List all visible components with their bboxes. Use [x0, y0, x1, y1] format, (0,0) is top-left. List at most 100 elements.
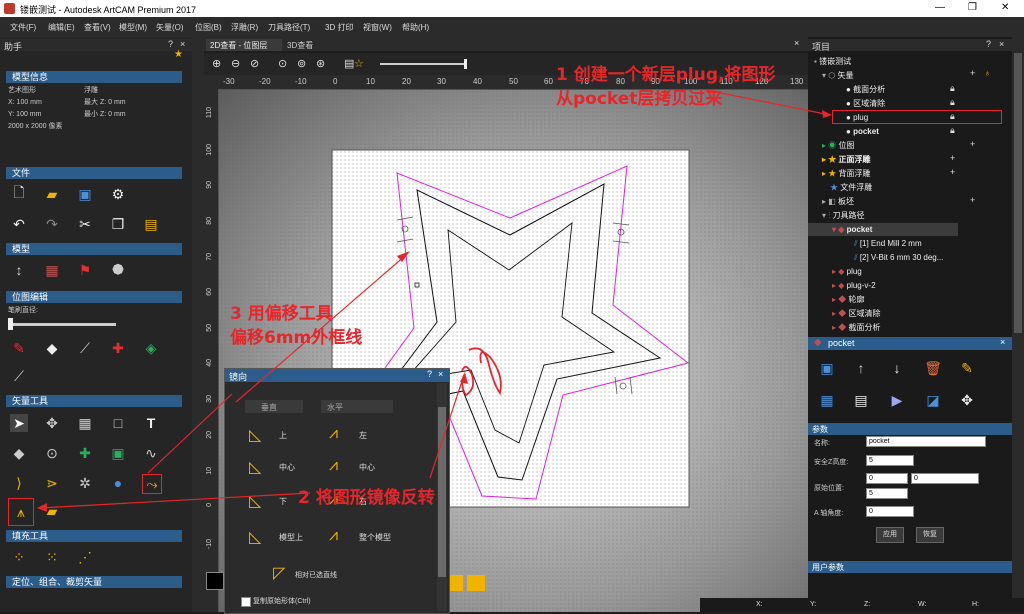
tree-row-toolpath-section[interactable]: ▸ ◆ 截面分析: [808, 321, 880, 334]
mirror-help-icon[interactable]: ?: [427, 369, 432, 379]
zoom-in-icon[interactable]: ⊕: [212, 57, 221, 70]
zoom-prev-icon[interactable]: ⊘: [250, 57, 259, 70]
safez-field[interactable]: [866, 455, 914, 466]
tree-row-file-relief[interactable]: ★ 文件浮雕: [808, 181, 872, 194]
tree-row-bitmaps[interactable]: ▸ ◉ 位图: [808, 139, 854, 152]
mirror-close-icon[interactable]: ×: [438, 369, 443, 379]
tab-close-icon[interactable]: ×: [794, 38, 799, 48]
tree-row-toolpath-plug-v2[interactable]: ▸ ◆ plug-v-2: [808, 279, 876, 292]
add-relief-icon[interactable]: +: [950, 167, 955, 177]
tab-3d[interactable]: 3D查看: [284, 39, 322, 51]
menu-relief[interactable]: 浮雕(R): [231, 22, 258, 33]
rectangle-icon[interactable]: □: [109, 414, 127, 432]
mirror-vcenter-option[interactable]: ◺ 中心: [249, 457, 319, 477]
mirror-hcenter-option[interactable]: ⩘ 中心: [329, 457, 389, 477]
mirror-relative-option[interactable]: ◸ 相对已选直线: [273, 563, 373, 585]
redo-icon[interactable]: ↷: [43, 215, 61, 233]
pen-diameter-handle[interactable]: [8, 318, 13, 330]
gear-icon[interactable]: ⚙: [109, 185, 127, 203]
calculator-icon[interactable]: ▦: [818, 391, 836, 409]
tree-row-section-analysis[interactable]: ● 截面分析: [808, 83, 885, 96]
eyedropper-icon[interactable]: ⟋: [76, 339, 94, 357]
tree-row-area-clear[interactable]: ● 区域清除: [808, 97, 885, 110]
zoom-fit-icon[interactable]: ⊙: [278, 57, 287, 70]
text-tool-icon[interactable]: T: [142, 414, 160, 432]
line-tool-icon[interactable]: ⟋: [10, 367, 28, 385]
tree-row-toolpath-pocket[interactable]: ▾ ◆ pocket: [808, 223, 958, 236]
offset-tool-icon[interactable]: ⤳: [142, 474, 162, 494]
mirror-dialog-scrollbar[interactable]: [437, 383, 447, 611]
contrast-slider-handle[interactable]: [464, 59, 467, 69]
mirror-scroll-thumb[interactable]: [438, 407, 446, 577]
tree-row-vectors[interactable]: ▾ ⬡ 矢量: [808, 69, 853, 82]
add-color-icon[interactable]: ✚: [109, 339, 127, 357]
color-swatch-yellow[interactable]: [449, 575, 463, 591]
tree-row-front-relief[interactable]: ▸ ★ 正面浮雕: [808, 153, 870, 166]
name-field[interactable]: [866, 436, 986, 447]
grid-tool-icon[interactable]: ▦: [76, 414, 94, 432]
tab-2d[interactable]: 2D查看 - 位图层: [206, 39, 282, 51]
pocket-panel-close-icon[interactable]: ×: [1000, 337, 1005, 347]
maximize-button[interactable]: ❐: [968, 2, 977, 13]
simulate-icon[interactable]: ▶: [888, 391, 906, 409]
delete-icon[interactable]: 🗑︎: [924, 359, 942, 377]
transform-toolpath-icon[interactable]: ✥: [958, 391, 976, 409]
dot-path-icon[interactable]: ⋰: [76, 548, 94, 566]
dot-row-icon[interactable]: ⁙: [43, 548, 61, 566]
tree-row-pocket[interactable]: ● pocket: [808, 125, 879, 138]
paste-icon[interactable]: ▤: [142, 215, 160, 233]
contrast-slider[interactable]: [380, 63, 466, 65]
snap-star-icon[interactable]: ☆: [354, 57, 364, 70]
zoom-out-icon[interactable]: ⊖: [231, 57, 240, 70]
block-sim-icon[interactable]: ◪: [924, 391, 942, 409]
crop-icon[interactable]: ⯄: [109, 261, 127, 279]
color-swatch-yellow[interactable]: [467, 575, 485, 591]
transform-icon[interactable]: ◆: [10, 444, 28, 462]
grid-toggle-icon[interactable]: ▤: [344, 57, 354, 70]
tree-row-toolpath-plug[interactable]: ▸ ◆ plug: [808, 265, 862, 278]
add-bitmap-icon[interactable]: +: [970, 139, 975, 149]
wave-icon[interactable]: ∿: [142, 444, 160, 462]
cut-icon[interactable]: ✂: [76, 215, 94, 233]
copy-icon[interactable]: ❐: [109, 215, 127, 233]
sheet-icon[interactable]: ▤: [852, 391, 870, 409]
select-arrow-icon[interactable]: ➤: [10, 414, 28, 432]
color-swatch-black[interactable]: [206, 572, 224, 590]
mirror-top-option[interactable]: ◺ 上: [249, 425, 309, 445]
model-grid-icon[interactable]: ▦: [43, 261, 61, 279]
tree-row-toolpaths[interactable]: ▾ ⫶ 刀具路径: [808, 209, 864, 222]
mirror-model-top-option[interactable]: ◺ 模型上: [249, 527, 329, 547]
save-toolpath-icon[interactable]: ▣: [818, 359, 836, 377]
flag-icon[interactable]: ⚑: [76, 261, 94, 279]
origin-z-field[interactable]: [866, 488, 908, 499]
pen-diameter-slider[interactable]: [8, 323, 116, 326]
add-blank-icon[interactable]: +: [970, 195, 975, 205]
minimize-button[interactable]: —: [935, 2, 945, 13]
menu-edit[interactable]: 编辑(E): [48, 22, 75, 33]
menu-view[interactable]: 查看(V): [84, 22, 111, 33]
copy-original-checkbox[interactable]: [241, 597, 251, 607]
menu-vector[interactable]: 矢量(O): [156, 22, 184, 33]
node-edit-icon[interactable]: ✥: [43, 414, 61, 432]
paint-icon[interactable]: ●: [109, 474, 127, 492]
origin-x-field[interactable]: [866, 473, 908, 484]
project-help-icon[interactable]: ?: [986, 39, 991, 49]
move-up-icon[interactable]: ↑: [852, 359, 870, 377]
help-icon[interactable]: ?: [168, 39, 173, 49]
pen-icon[interactable]: ✎: [10, 339, 28, 357]
tree-row-end-mill[interactable]: ⫽ [1] End Mill 2 mm: [808, 237, 922, 250]
bulb-icon[interactable]: ♁: [984, 68, 991, 78]
menu-window[interactable]: 视窗(W): [363, 22, 392, 33]
a-axis-field[interactable]: [866, 506, 914, 517]
undo-icon[interactable]: ↶: [10, 215, 28, 233]
project-close-icon[interactable]: ×: [999, 39, 1004, 49]
lock-icon[interactable]: 🔒︎: [950, 97, 955, 108]
menu-3dprint[interactable]: 3D 打印: [325, 22, 353, 33]
restore-button[interactable]: 恢复: [916, 527, 944, 543]
mirror-whole-model-option[interactable]: ⩘ 整个模型: [329, 527, 409, 547]
edit-pencil-icon[interactable]: ✎: [958, 359, 976, 377]
layer-color-icon[interactable]: ◈: [142, 339, 160, 357]
tree-row-blank[interactable]: ▸ ◧ 板坯: [808, 195, 854, 208]
lock-icon[interactable]: 🔒︎: [950, 125, 955, 136]
tree-row-vbit[interactable]: ⫽ [2] V-Bit 6 mm 30 deg...: [808, 251, 943, 264]
